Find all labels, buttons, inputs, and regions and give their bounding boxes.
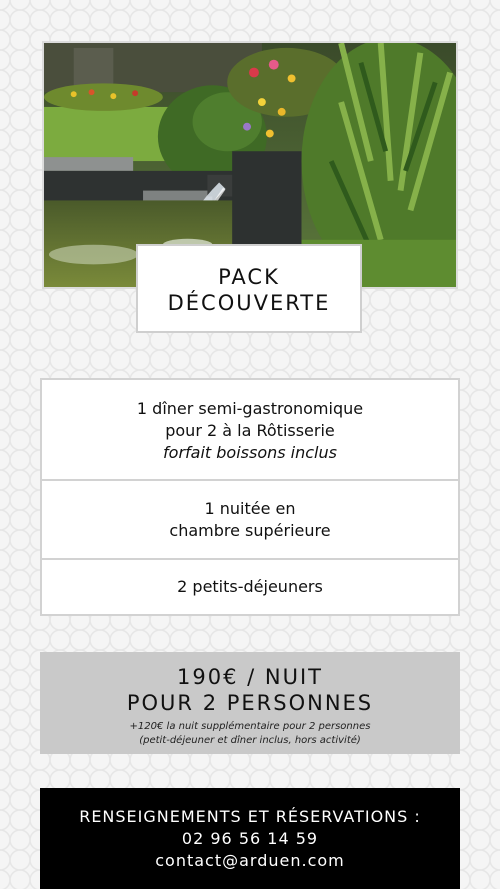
price-band: 190€ / NUIT POUR 2 PERSONNES +120€ la nu… (40, 652, 460, 754)
offer-breakfast-line1: 2 petits-déjeuners (177, 577, 323, 596)
contact-band: RENSEIGNEMENTS ET RÉSERVATIONS : 02 96 5… (40, 788, 460, 889)
offer-dinner-line1: 1 dîner semi-gastronomique (136, 399, 364, 418)
pack-title-box: PACK DÉCOUVERTE (136, 244, 362, 333)
contact-heading: RENSEIGNEMENTS ET RÉSERVATIONS : (79, 807, 421, 826)
offer-dinner-line2: pour 2 à la Rôtisserie (165, 421, 335, 440)
price-line1: 190€ / NUIT (177, 665, 323, 689)
offer-night: 1 nuitée en chambre supérieure (42, 481, 458, 560)
price-line2: POUR 2 PERSONNES (126, 691, 374, 715)
offer-night-line1: 1 nuitée en (204, 499, 296, 518)
offer-dinner-note: forfait boissons inclus (163, 443, 337, 462)
offer-list: 1 dîner semi-gastronomique pour 2 à la R… (40, 378, 460, 616)
contact-email[interactable]: contact@arduen.com (40, 850, 460, 872)
offer-breakfast: 2 petits-déjeuners (42, 560, 458, 614)
pack-title-line2: DÉCOUVERTE (167, 291, 331, 315)
price-note2: (petit-déjeuner et dîner inclus, hors ac… (139, 735, 361, 746)
pack-title-line1: PACK (218, 265, 280, 289)
offer-dinner: 1 dîner semi-gastronomique pour 2 à la R… (42, 380, 458, 481)
contact-phone[interactable]: 02 96 56 14 59 (40, 828, 460, 850)
price-note1: +120€ la nuit supplémentaire pour 2 pers… (129, 721, 371, 732)
offer-night-line2: chambre supérieure (169, 521, 331, 540)
